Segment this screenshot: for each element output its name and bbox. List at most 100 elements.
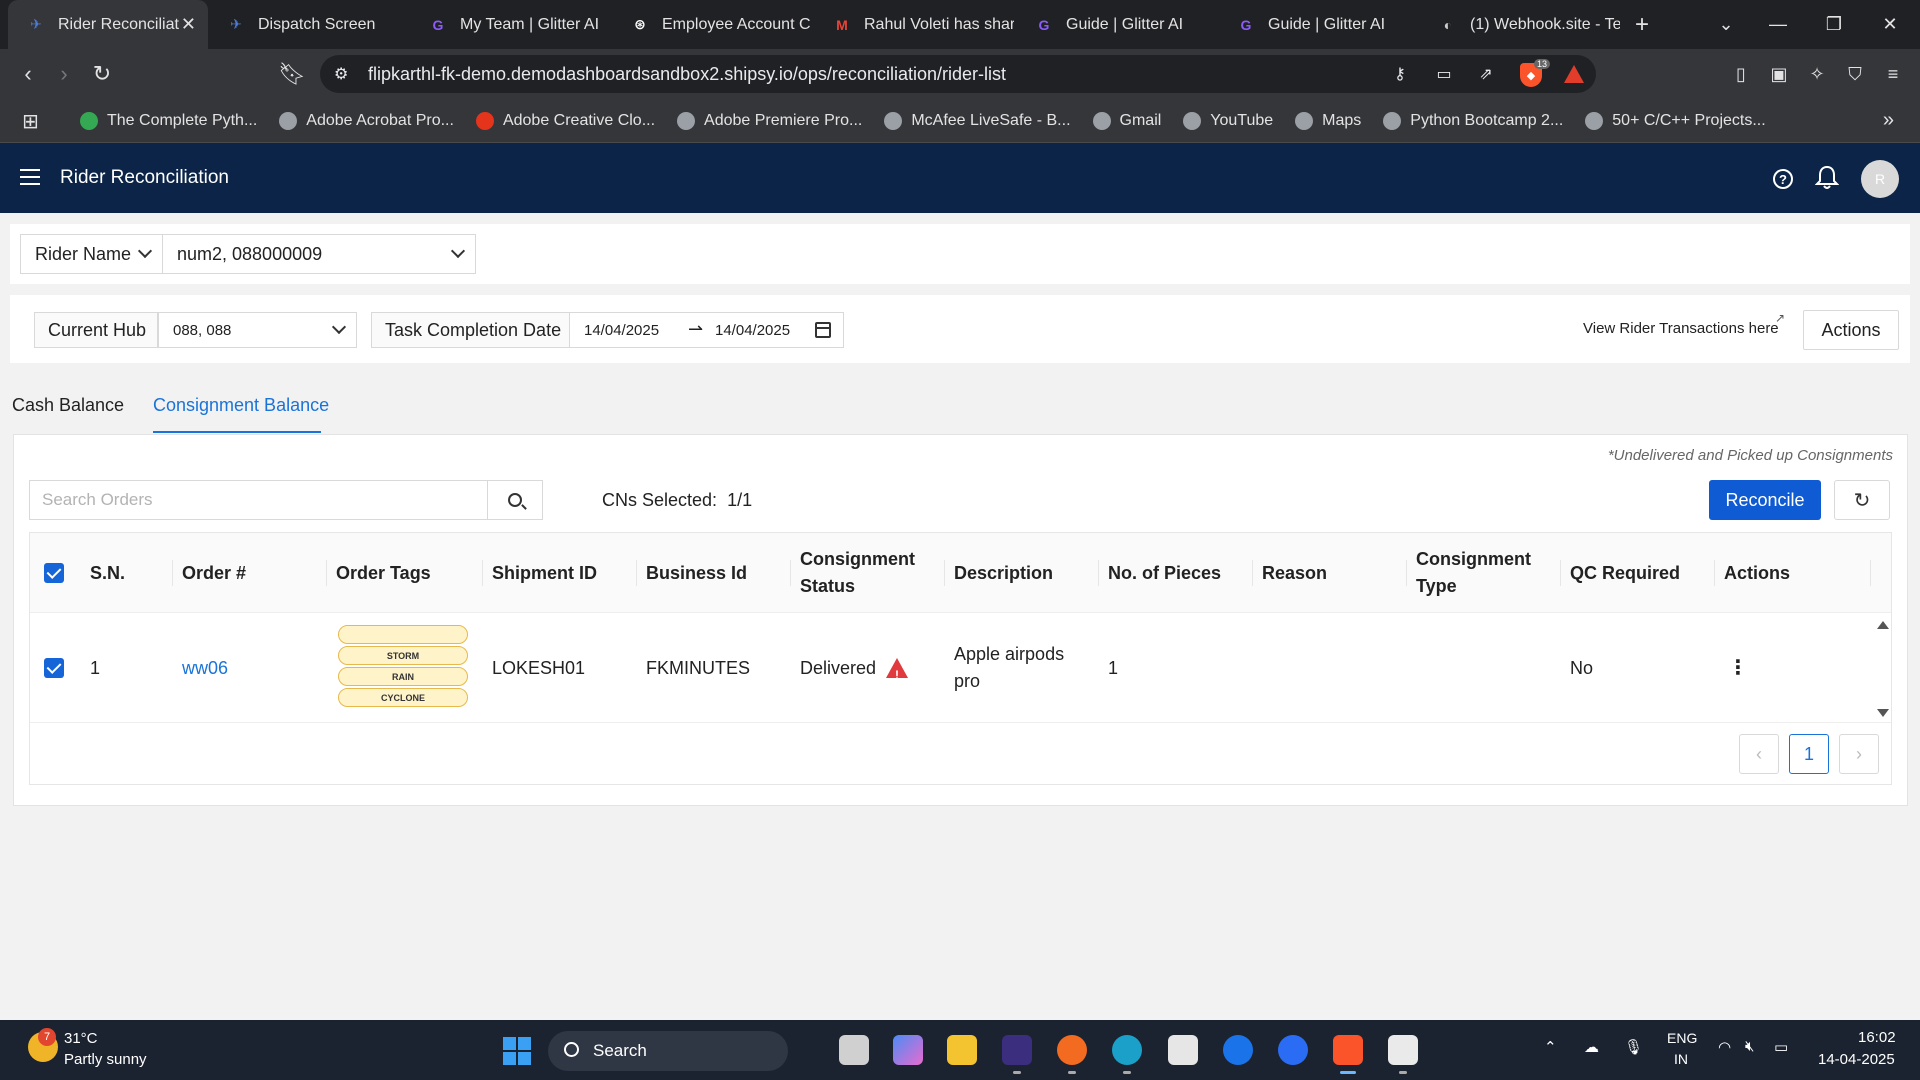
warning-icon[interactable] — [886, 658, 909, 689]
chat-app-icon[interactable] — [1223, 1035, 1253, 1065]
copilot-icon[interactable] — [893, 1035, 923, 1065]
next-page-button[interactable]: › — [1839, 734, 1879, 774]
close-tab-icon[interactable]: ✕ — [181, 14, 196, 35]
bookmark-item[interactable]: The Complete Pyth... — [80, 111, 257, 130]
date-range-picker[interactable]: 14/04/2025 ⇀ 14/04/2025 — [569, 312, 844, 348]
bookmark-item[interactable]: Adobe Premiere Pro... — [677, 111, 862, 130]
bookmark-item[interactable]: Python Bootcamp 2... — [1383, 111, 1563, 130]
more-vertical-icon[interactable]: ⋮ — [1728, 655, 1748, 682]
refresh-button[interactable]: ↻ — [1834, 480, 1890, 520]
cast-icon[interactable]: ▭ — [1432, 63, 1456, 85]
hub-select[interactable]: 088, 088 — [158, 312, 357, 348]
actions-button[interactable]: Actions — [1803, 310, 1899, 350]
view-rider-transactions-link[interactable]: View Rider Transactions here — [1583, 320, 1779, 337]
task-view-icon[interactable] — [839, 1035, 869, 1065]
more-bookmarks-icon[interactable]: » — [1883, 109, 1894, 132]
brave-rewards-icon[interactable] — [1564, 65, 1584, 83]
menu-icon[interactable]: ≡ — [1880, 61, 1906, 87]
clock-time[interactable]: 16:02 — [1858, 1029, 1896, 1046]
tab-cash-balance[interactable]: Cash Balance — [12, 395, 124, 416]
region-indicator[interactable]: IN — [1674, 1051, 1688, 1067]
table-row[interactable]: 1 ww06 STORM RAIN CYCLONE LOKESH01 FKMIN… — [30, 613, 1891, 723]
tab-gmail[interactable]: M Rahul Voleti has shar — [814, 0, 1016, 49]
tab-my-team[interactable]: G My Team | Glitter AI — [410, 0, 612, 49]
scroll-up-arrow[interactable] — [1877, 621, 1889, 629]
close-window-button[interactable]: ✕ — [1862, 0, 1918, 49]
tab-employee-account[interactable]: ⊛ Employee Account C — [612, 0, 814, 49]
battery-icon[interactable]: ▭ — [1774, 1038, 1788, 1056]
share-icon[interactable]: ⇗ — [1474, 63, 1498, 85]
file-explorer-icon[interactable] — [947, 1035, 977, 1065]
language-indicator[interactable]: ENG — [1667, 1030, 1697, 1046]
prev-page-button[interactable]: ‹ — [1739, 734, 1779, 774]
bookmark-item[interactable]: McAfee LiveSafe - B... — [884, 111, 1071, 130]
order-link[interactable]: ww06 — [182, 655, 228, 682]
tab-dispatch-screen[interactable]: ✈ Dispatch Screen — [208, 0, 410, 49]
leo-ai-icon[interactable]: ✧ — [1804, 61, 1830, 87]
row-checkbox[interactable] — [44, 658, 64, 678]
microsoft-store-icon[interactable] — [1168, 1035, 1198, 1065]
bookmark-icon[interactable]: 🔖︎ — [276, 58, 308, 90]
bookmark-item[interactable]: Gmail — [1092, 111, 1161, 130]
search-icon — [564, 1042, 579, 1057]
weather-description[interactable]: Partly sunny — [64, 1051, 147, 1068]
running-indicator — [1123, 1071, 1131, 1074]
calendar-icon[interactable] — [815, 322, 831, 338]
rider-select[interactable]: num2, 088000009 — [162, 234, 476, 274]
apps-grid-icon[interactable]: ⊞ — [22, 109, 46, 133]
external-link-icon[interactable]: ↗ — [1775, 311, 1785, 325]
site-info-icon[interactable]: ⚙ — [334, 64, 348, 84]
help-icon[interactable]: ? — [1773, 169, 1793, 189]
brave-browser-icon[interactable] — [1333, 1035, 1363, 1065]
vscode-icon[interactable] — [1388, 1035, 1418, 1065]
select-all-checkbox[interactable] — [44, 563, 64, 583]
date-to[interactable]: 14/04/2025 — [715, 322, 790, 339]
page-button-current[interactable]: 1 — [1789, 734, 1829, 774]
date-from[interactable]: 14/04/2025 — [584, 322, 659, 339]
password-key-icon[interactable]: ⚷ — [1388, 63, 1412, 85]
notification-bell-icon[interactable] — [1814, 165, 1840, 191]
weather-temperature[interactable]: 31°C — [64, 1030, 98, 1047]
scroll-down-arrow[interactable] — [1877, 709, 1889, 717]
hamburger-menu-icon[interactable] — [20, 169, 40, 185]
glitter-app-icon[interactable] — [1002, 1035, 1032, 1065]
bookmark-item[interactable]: YouTube — [1183, 111, 1273, 130]
avatar[interactable]: R — [1861, 160, 1899, 198]
clock-date[interactable]: 14-04-2025 — [1818, 1051, 1895, 1068]
chevron-up-icon[interactable]: ⌃ — [1544, 1038, 1557, 1056]
reload-icon[interactable]: ↻ — [86, 58, 118, 90]
bookmark-item[interactable]: Maps — [1295, 111, 1361, 130]
omnibox[interactable]: ⚙ flipkarthl-fk-demo.demodashboardsandbo… — [320, 55, 1596, 93]
tab-consignment-balance[interactable]: Consignment Balance — [153, 395, 329, 416]
windows-start-icon[interactable] — [503, 1037, 531, 1065]
tab-guide-2[interactable]: G Guide | Glitter AI — [1218, 0, 1420, 49]
tab-rider-reconciliation[interactable]: ✈ Rider Reconciliat ✕ — [8, 0, 208, 49]
tab-webhook[interactable]: ◐ (1) Webhook.site - Te — [1420, 0, 1622, 49]
postman-icon[interactable] — [1057, 1035, 1087, 1065]
tab-search-icon[interactable]: ⌄ — [1698, 0, 1754, 49]
back-icon[interactable]: ‹ — [12, 58, 44, 90]
forward-icon[interactable]: › — [48, 58, 80, 90]
microphone-icon[interactable]: 🎙︎ — [1624, 1038, 1643, 1056]
tab-guide-1[interactable]: G Guide | Glitter AI — [1016, 0, 1218, 49]
edge-icon[interactable] — [1112, 1035, 1142, 1065]
search-button[interactable] — [487, 481, 542, 519]
url-text[interactable]: flipkarthl-fk-demo.demodashboardsandbox2… — [368, 64, 1006, 85]
reconcile-button[interactable]: Reconcile — [1709, 480, 1821, 520]
restore-button[interactable]: ❐ — [1806, 0, 1862, 49]
sidebar-icon[interactable]: ▯ — [1728, 61, 1754, 87]
volume-muted-icon[interactable]: 🔇︎ — [1745, 1038, 1754, 1055]
onedrive-icon[interactable]: ☁ — [1584, 1038, 1599, 1056]
search-input[interactable] — [30, 481, 488, 519]
vpn-icon[interactable]: ⛉ — [1842, 61, 1868, 87]
bookmark-item[interactable]: Adobe Acrobat Pro... — [279, 111, 454, 130]
bookmark-item[interactable]: 50+ C/C++ Projects... — [1585, 111, 1766, 130]
wallet-icon[interactable]: ▣ — [1766, 61, 1792, 87]
sync-app-icon[interactable] — [1278, 1035, 1308, 1065]
wifi-icon[interactable]: ◠ — [1718, 1038, 1731, 1056]
new-tab-button[interactable]: + — [1622, 0, 1662, 49]
taskbar-search[interactable]: Search — [548, 1031, 788, 1071]
minimize-button[interactable]: — — [1750, 0, 1806, 49]
bookmark-item[interactable]: Adobe Creative Clo... — [475, 111, 655, 130]
rider-name-type-select[interactable]: Rider Name — [20, 234, 163, 274]
